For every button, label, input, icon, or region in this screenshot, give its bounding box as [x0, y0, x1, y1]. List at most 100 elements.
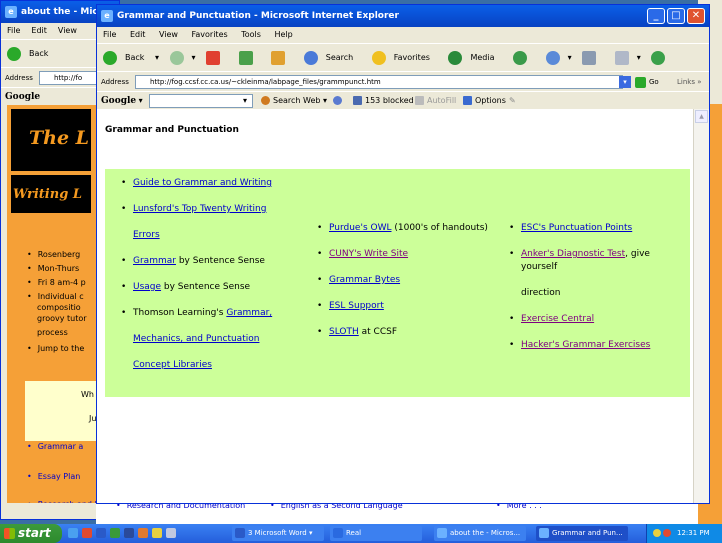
start-button[interactable]: start: [0, 524, 62, 543]
menu-edit[interactable]: Edit: [31, 26, 47, 35]
tray-icon[interactable]: [663, 529, 671, 537]
menu-help[interactable]: Help: [274, 30, 292, 39]
task-word[interactable]: 3 Microsoft Word ▾: [232, 526, 324, 541]
scroll-up-button[interactable]: ▲: [695, 110, 708, 123]
pagerank-icon: [333, 96, 342, 105]
go-arrow-icon: [635, 76, 646, 88]
sloth-link[interactable]: SLOTH: [329, 327, 359, 337]
options-button[interactable]: Options: [463, 92, 506, 109]
google-dropdown-icon[interactable]: ▾: [243, 92, 247, 109]
link[interactable]: Research and Documentation: [27, 499, 97, 503]
thomson-link[interactable]: Grammar,: [226, 308, 272, 318]
history-button[interactable]: [513, 50, 535, 65]
google-search-input[interactable]: [149, 94, 253, 108]
google-logo[interactable]: Google: [101, 96, 136, 106]
menu-favorites[interactable]: Favorites: [192, 30, 228, 39]
mail-button[interactable]: ▾: [545, 50, 572, 65]
refresh-icon: [238, 50, 253, 65]
ie-icon: [437, 528, 447, 538]
real-icon: [333, 528, 343, 538]
quicklaunch-icon[interactable]: [68, 528, 78, 538]
thomson-link-cont2[interactable]: Concept Libraries: [133, 360, 212, 370]
back-button[interactable]: Back ▾: [103, 50, 159, 65]
favorites-button[interactable]: Favorites: [371, 50, 438, 65]
menu-view[interactable]: View: [159, 30, 178, 39]
history-icon: [513, 50, 528, 65]
links-column-2: • Purdue's OWL (1000's of handouts) • CUNY…: [317, 222, 507, 352]
windows-logo-icon: [4, 528, 15, 539]
vertical-scrollbar[interactable]: ▲: [693, 109, 709, 503]
esl-support-link[interactable]: ESL Support: [329, 301, 384, 311]
link[interactable]: Essay Plan: [27, 471, 81, 482]
task-real[interactable]: Real: [330, 526, 422, 541]
esc-punctuation-link[interactable]: ESC's Punctuation Points: [521, 223, 632, 233]
lunsford-link-cont[interactable]: Errors: [133, 230, 160, 240]
address-input[interactable]: http://fog.ccsf.cc.ca.us/~ckleinma/labpa…: [135, 75, 623, 89]
print-button[interactable]: [582, 50, 604, 65]
go-button[interactable]: Go: [635, 72, 659, 91]
address-bar: Address http://fog.ccsf.cc.ca.us/~cklein…: [97, 71, 709, 91]
media-button[interactable]: Media: [448, 50, 502, 65]
window-titlebar[interactable]: e Grammar and Punctuation - Microsoft Int…: [97, 5, 709, 27]
quicklaunch-icon[interactable]: [124, 528, 134, 538]
list-item: • ESC's Punctuation Points: [509, 223, 633, 233]
home-button[interactable]: [271, 50, 293, 65]
quicklaunch-icon[interactable]: [138, 528, 148, 538]
grammar-bytes-link[interactable]: Grammar Bytes: [329, 275, 400, 285]
hacker-link[interactable]: Hacker's Grammar Exercises: [521, 340, 650, 350]
stop-button[interactable]: [206, 50, 228, 65]
link[interactable]: Grammar a: [27, 441, 84, 452]
links-column-1: • Guide to Grammar and Writing • Lunsford'…: [121, 177, 291, 385]
menu-tools[interactable]: Tools: [241, 30, 261, 39]
quicklaunch-icon[interactable]: [166, 528, 176, 538]
search-button[interactable]: Search: [303, 50, 361, 65]
browser-window[interactable]: e Grammar and Punctuation - Microsoft Int…: [96, 4, 710, 504]
usage-link[interactable]: Usage: [133, 282, 161, 292]
autofill-button[interactable]: AutoFill: [415, 92, 456, 109]
search-icon: [303, 50, 318, 65]
writing-logo: Writing L: [11, 175, 91, 213]
cuny-link[interactable]: CUNY's Write Site: [329, 249, 408, 259]
menu-edit[interactable]: Edit: [130, 30, 146, 39]
minimize-button[interactable]: _: [647, 8, 665, 24]
quicklaunch-icon[interactable]: [96, 528, 106, 538]
thomson-link-cont[interactable]: Mechanics, and Punctuation: [133, 334, 259, 344]
maximize-button[interactable]: □: [667, 8, 685, 24]
list-item: • Exercise Central: [509, 314, 595, 324]
forward-button[interactable]: ▾: [169, 50, 196, 65]
menu-file[interactable]: File: [103, 30, 116, 39]
guide-grammar-link[interactable]: Guide to Grammar and Writing: [133, 178, 272, 188]
tray-icon[interactable]: [653, 529, 661, 537]
edit-button[interactable]: ▾: [614, 50, 641, 65]
autofill-icon: [415, 96, 424, 105]
list-item: • Grammar by Sentence Sense: [121, 256, 265, 266]
exercise-central-link[interactable]: Exercise Central: [521, 314, 594, 324]
links-panel: • Guide to Grammar and Writing • Lunsford'…: [105, 169, 690, 397]
menu-view[interactable]: View: [58, 26, 77, 35]
star-icon: [371, 50, 386, 65]
purdue-owl-link[interactable]: Purdue's OWL: [329, 223, 392, 233]
task-grammar[interactable]: Grammar and Pun...: [536, 526, 628, 541]
window-title: Grammar and Punctuation - Microsoft Inte…: [117, 11, 399, 21]
search-web-button[interactable]: Search Web ▾: [261, 92, 327, 109]
links-button[interactable]: Links »: [677, 72, 702, 91]
back-button[interactable]: Back: [7, 46, 56, 61]
list-item[interactable]: Jump to the: [27, 343, 85, 354]
popup-blocker-button[interactable]: 153 blocked: [353, 92, 414, 109]
pagerank-button[interactable]: [333, 92, 345, 109]
task-about-the[interactable]: about the - Micros...: [434, 526, 526, 541]
messenger-button[interactable]: [651, 50, 673, 65]
menu-file[interactable]: File: [7, 26, 20, 35]
quicklaunch-icon[interactable]: [82, 528, 92, 538]
close-button[interactable]: ✕: [687, 8, 705, 24]
grammar-link[interactable]: Grammar: [133, 256, 176, 266]
home-icon: [271, 50, 286, 65]
quicklaunch-icon[interactable]: [110, 528, 120, 538]
lunsford-link[interactable]: Lunsford's Top Twenty Writing: [133, 204, 266, 214]
anker-link[interactable]: Anker's Diagnostic Test: [521, 249, 625, 259]
refresh-button[interactable]: [238, 50, 261, 65]
pencil-icon[interactable]: ✎: [509, 92, 516, 109]
quicklaunch-icon[interactable]: [152, 528, 162, 538]
page-title: Grammar and Punctuation: [105, 125, 239, 135]
dropdown-icon[interactable]: ▾: [619, 76, 631, 88]
